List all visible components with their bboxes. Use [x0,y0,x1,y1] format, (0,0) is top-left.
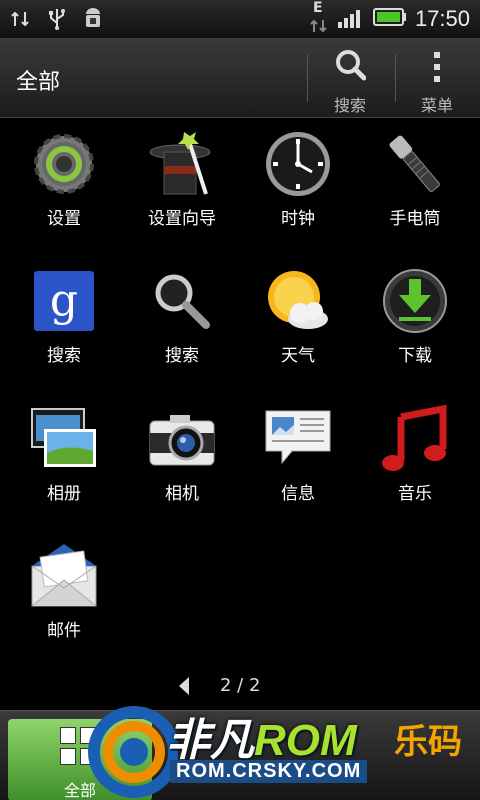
app-clock[interactable]: 时钟 [238,118,358,248]
settings-gear-icon [34,134,94,194]
page-number: 2 / 2 [220,675,261,696]
watermark-brand: 非凡ROM [166,716,357,765]
gallery-icon [31,408,96,467]
watermark-cn: 乐码 [394,722,462,762]
camera-icon [149,415,215,466]
search-button-label: 搜索 [333,96,366,115]
app-messages[interactable]: 信息 [238,393,358,523]
watermark-logo: 非凡ROM ROM.CRSKY.COM 乐码 [88,702,480,800]
app-label: 设置向导 [148,209,216,229]
app-label: 下载 [398,346,432,366]
app-gallery[interactable]: 相册 [4,393,124,523]
app-music[interactable]: 音乐 [355,393,475,523]
flashlight-icon [389,135,440,193]
watermark-url: ROM.CRSKY.COM [170,760,368,783]
clock-time: 17:50 [414,6,470,31]
app-search[interactable]: 搜索 [122,255,242,385]
download-icon [383,269,447,333]
usb-icon [46,7,68,31]
app-label: 时钟 [281,209,315,229]
google-search-icon: g [34,271,94,331]
app-label: 手电筒 [389,209,441,229]
app-setup-wizard[interactable]: 设置向导 [122,118,242,248]
app-camera[interactable]: 相机 [122,393,242,523]
weather-icon [268,271,328,329]
setup-wizard-hat-icon [149,132,211,195]
music-icon [382,405,447,471]
app-label: 相机 [165,484,199,504]
menu-button-label: 菜单 [420,96,453,115]
action-bar: 全部 搜索 菜单 [0,38,480,118]
messages-icon [265,410,331,465]
network-type-icon: E [309,0,329,34]
app-label: 相册 [47,484,81,504]
data-sync-icon [10,7,32,31]
svg-text:g: g [50,275,78,326]
search-button[interactable]: 搜索 [310,44,390,115]
app-google-search[interactable]: g 搜索 [4,255,124,385]
overflow-menu-icon [434,52,440,82]
magnifier-search-icon [155,274,210,329]
app-label: 搜索 [47,346,81,366]
menu-button[interactable]: 菜单 [397,44,477,115]
app-label: 设置 [47,209,81,229]
previous-page-icon[interactable] [179,677,189,695]
signal-icon [337,5,365,33]
app-downloads[interactable]: 下载 [355,255,475,385]
app-label: 信息 [281,484,315,504]
clock-icon [266,132,330,196]
app-label: 搜索 [165,346,199,366]
app-weather[interactable]: 天气 [238,255,358,385]
page-title[interactable]: 全部 [16,64,60,96]
app-label: 邮件 [47,621,81,641]
search-icon [336,50,366,81]
page-indicator: 2 / 2 [0,675,480,699]
status-bar: E 17:50 [0,0,480,38]
battery-icon [372,7,407,31]
app-settings[interactable]: 设置 [4,118,124,248]
app-label: 音乐 [398,484,432,504]
app-mail[interactable]: 邮件 [4,530,124,660]
android-debug-icon [82,7,104,31]
mail-icon [31,544,97,607]
app-flashlight[interactable]: 手电筒 [355,118,475,248]
divider [395,54,396,102]
watermark-swirl-icon [88,706,178,798]
app-label: 天气 [281,346,315,366]
divider [307,54,308,102]
